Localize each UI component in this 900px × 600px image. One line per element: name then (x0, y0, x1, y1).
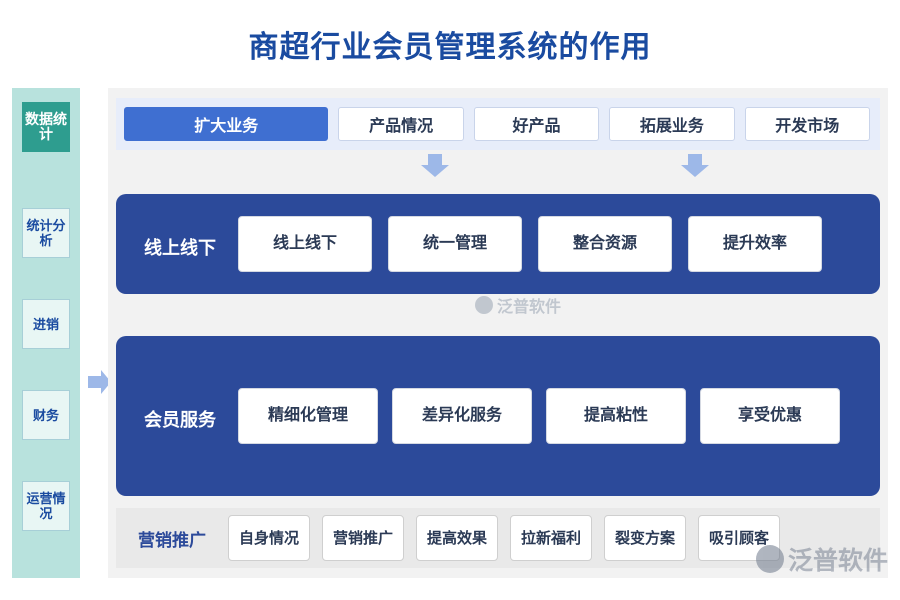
bottom-row-label: 营销推广 (138, 530, 206, 550)
chip-product-status[interactable]: 产品情况 (338, 107, 464, 141)
sidebar-item-finance[interactable]: 财务 (22, 390, 70, 440)
box-label: 统一管理 (422, 235, 487, 252)
box-label: 自身情况 (238, 529, 299, 547)
chip-label: 产品情况 (369, 118, 434, 135)
bottom-row: 营销推广 自身情况 营销推广 提高效果 拉新福利 裂变方案 吸引顾客 (116, 508, 880, 568)
sidebar-item-operations[interactable]: 运营情况 (22, 481, 70, 531)
box-new-customer-benefits[interactable]: 拉新福利 (510, 515, 592, 561)
chip-label: 拓展业务 (639, 118, 704, 135)
sidebar-item-label: 数据统计 (25, 111, 67, 142)
box-label: 提高效果 (426, 529, 487, 547)
top-chip-row: 扩大业务 产品情况 好产品 拓展业务 开发市场 (116, 98, 880, 150)
box-integrate-resources[interactable]: 整合资源 (538, 216, 672, 272)
page-title: 商超行业会员管理系统的作用 (248, 31, 652, 64)
sidebar-item-label: 统计分析 (26, 218, 66, 248)
box-own-situation[interactable]: 自身情况 (228, 515, 310, 561)
box-enjoy-discounts[interactable]: 享受优惠 (700, 388, 840, 444)
box-label: 提高粘性 (583, 407, 648, 424)
block-member-service: 会员服务 精细化管理 差异化服务 提高粘性 享受优惠 (116, 336, 880, 496)
down-arrow-icon-left (420, 154, 450, 178)
sidebar-item-statistical-analysis[interactable]: 统计分析 (22, 208, 70, 258)
sidebar-item-label: 运营情况 (26, 491, 66, 521)
box-unified-management[interactable]: 统一管理 (388, 216, 522, 272)
block-online-offline: 线上线下 线上线下 统一管理 整合资源 提升效率 (116, 194, 880, 294)
box-label: 提升效率 (722, 235, 787, 252)
sidebar-item-purchase-sales[interactable]: 进销 (22, 299, 70, 349)
sidebar-item-label: 财务 (32, 407, 59, 423)
chip-expand-operations[interactable]: 拓展业务 (609, 107, 735, 141)
box-online-offline[interactable]: 线上线下 (238, 216, 372, 272)
box-label: 差异化服务 (421, 407, 502, 424)
block-label: 会员服务 (144, 410, 216, 430)
block-label: 线上线下 (144, 238, 216, 258)
box-label: 享受优惠 (737, 407, 802, 424)
chip-label: 开发市场 (775, 118, 840, 135)
chip-develop-market[interactable]: 开发市场 (744, 107, 871, 141)
box-marketing-promotion[interactable]: 营销推广 (322, 515, 404, 561)
box-improve-efficiency[interactable]: 提升效率 (688, 216, 822, 272)
box-improve-effect[interactable]: 提高效果 (416, 515, 498, 561)
main-panel: 扩大业务 产品情况 好产品 拓展业务 开发市场 线上线下 线上线下 统一管理 整… (108, 88, 888, 578)
box-label: 线上线下 (272, 235, 337, 252)
chip-good-product[interactable]: 好产品 (473, 107, 600, 141)
chip-expand-business[interactable]: 扩大业务 (124, 107, 329, 141)
box-refined-management[interactable]: 精细化管理 (238, 388, 378, 444)
sidebar-item-data-statistics[interactable]: 数据统计 (22, 102, 70, 152)
box-label: 裂变方案 (614, 529, 675, 547)
sidebar-item-label: 进销 (32, 316, 59, 332)
box-increase-stickiness[interactable]: 提高粘性 (546, 388, 686, 444)
box-label: 拉新福利 (520, 529, 581, 547)
box-label: 整合资源 (572, 235, 637, 252)
box-label: 营销推广 (332, 529, 393, 547)
box-label: 精细化管理 (267, 407, 348, 424)
box-differentiated-service[interactable]: 差异化服务 (392, 388, 532, 444)
box-fission-plan[interactable]: 裂变方案 (604, 515, 686, 561)
box-label: 吸引顾客 (708, 529, 769, 547)
sidebar: 数据统计 统计分析 进销 财务 运营情况 (12, 88, 80, 578)
chip-label: 扩大业务 (194, 118, 259, 135)
down-arrow-icon-right (680, 154, 710, 178)
diagram-canvas: 商超行业会员管理系统的作用 数据统计 统计分析 进销 财务 运营情况 扩大业务 (0, 0, 900, 600)
box-attract-customers[interactable]: 吸引顾客 (698, 515, 780, 561)
chip-label: 好产品 (512, 118, 561, 135)
